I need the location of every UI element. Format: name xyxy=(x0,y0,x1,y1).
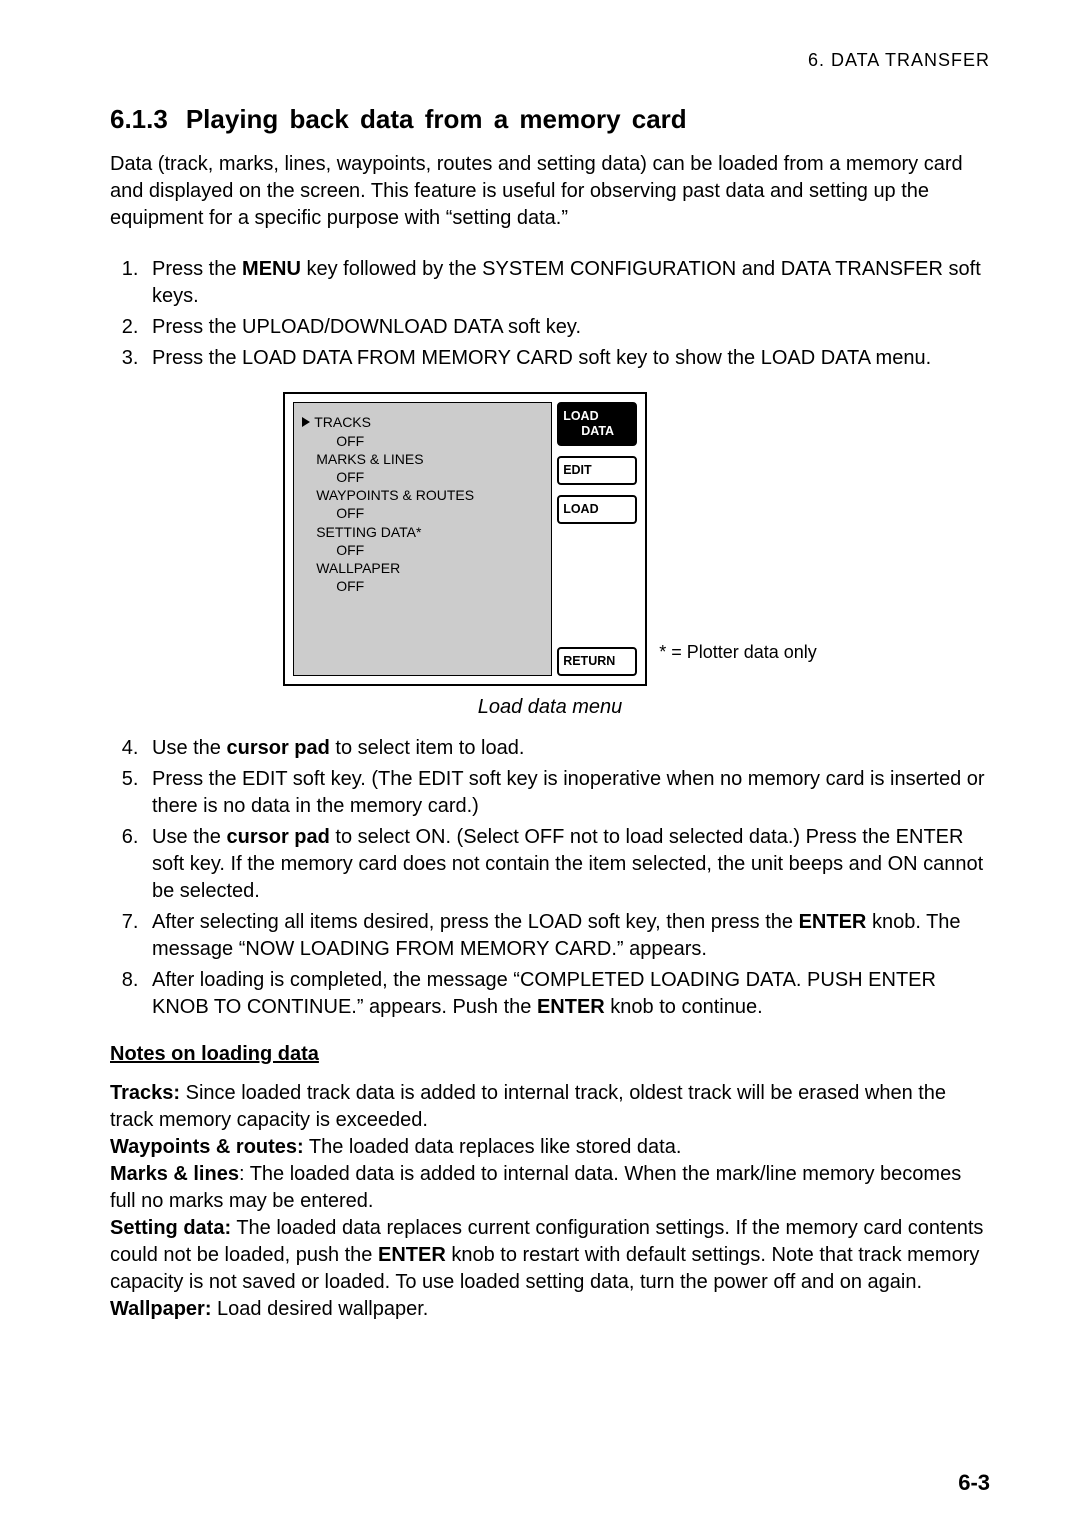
softkey-return[interactable]: RETURN xyxy=(557,647,637,676)
list-item: Use the cursor pad to select ON. (Select… xyxy=(144,824,990,905)
notes-block: Tracks: Since loaded track data is added… xyxy=(110,1080,990,1323)
menu-value: OFF xyxy=(336,504,543,522)
list-item: Press the UPLOAD/DOWNLOAD DATA soft key. xyxy=(144,314,990,341)
note-wallpaper: Wallpaper: Load desired wallpaper. xyxy=(110,1296,990,1323)
notes-heading: Notes on loading data xyxy=(110,1041,990,1068)
page-number: 6-3 xyxy=(958,1468,990,1498)
menu-screen: TRACKS OFF MARKS & LINES OFF WAYPOINTS &… xyxy=(293,402,552,676)
list-item: Use the cursor pad to select item to loa… xyxy=(144,735,990,762)
note-waypoints-routes: Waypoints & routes: The loaded data repl… xyxy=(110,1134,990,1161)
figure-caption: Load data menu xyxy=(478,694,623,721)
section-number: 6.1.3 xyxy=(110,104,168,134)
list-item: After loading is completed, the message … xyxy=(144,967,990,1021)
steps-list-b: Use the cursor pad to select item to loa… xyxy=(110,735,990,1021)
softkey-column: LOAD DATA EDIT LOAD RETURN xyxy=(557,402,637,676)
figure: TRACKS OFF MARKS & LINES OFF WAYPOINTS &… xyxy=(110,392,990,721)
intro-paragraph: Data (track, marks, lines, waypoints, ro… xyxy=(110,151,990,232)
menu-value: OFF xyxy=(336,468,543,486)
page-header: 6. DATA TRANSFER xyxy=(110,48,990,72)
menu-value: OFF xyxy=(336,541,543,559)
page: 6. DATA TRANSFER 6.1.3 Playing back data … xyxy=(0,0,1080,1528)
list-item: Press the EDIT soft key. (The EDIT soft … xyxy=(144,766,990,820)
list-item: After selecting all items desired, press… xyxy=(144,909,990,963)
menu-label: MARKS & LINES xyxy=(316,450,543,468)
menu-label: TRACKS xyxy=(314,413,371,431)
softkey-load[interactable]: LOAD xyxy=(557,495,637,524)
menu-row: TRACKS xyxy=(302,413,543,431)
menu-label: SETTING DATA* xyxy=(316,523,543,541)
figure-footnote: * = Plotter data only xyxy=(659,640,817,686)
note-setting-data: Setting data: The loaded data replaces c… xyxy=(110,1215,990,1296)
menu-label: WAYPOINTS & ROUTES xyxy=(316,486,543,504)
softkey-load-data[interactable]: LOAD DATA xyxy=(557,402,637,446)
menu-value: OFF xyxy=(336,577,543,595)
steps-list-a: Press the MENU key followed by the SYSTE… xyxy=(110,256,990,372)
device-frame: TRACKS OFF MARKS & LINES OFF WAYPOINTS &… xyxy=(283,392,647,686)
pointer-icon xyxy=(302,417,310,427)
softkey-edit[interactable]: EDIT xyxy=(557,456,637,485)
menu-label: WALLPAPER xyxy=(316,559,543,577)
list-item: Press the LOAD DATA FROM MEMORY CARD sof… xyxy=(144,345,990,372)
section-title-text: Playing back data from a memory card xyxy=(186,104,687,134)
section-title: 6.1.3 Playing back data from a memory car… xyxy=(110,102,990,137)
note-tracks: Tracks: Since loaded track data is added… xyxy=(110,1080,990,1134)
note-marks-lines: Marks & lines: The loaded data is added … xyxy=(110,1161,990,1215)
menu-value: OFF xyxy=(336,432,543,450)
figure-row: TRACKS OFF MARKS & LINES OFF WAYPOINTS &… xyxy=(283,392,817,686)
list-item: Press the MENU key followed by the SYSTE… xyxy=(144,256,990,310)
